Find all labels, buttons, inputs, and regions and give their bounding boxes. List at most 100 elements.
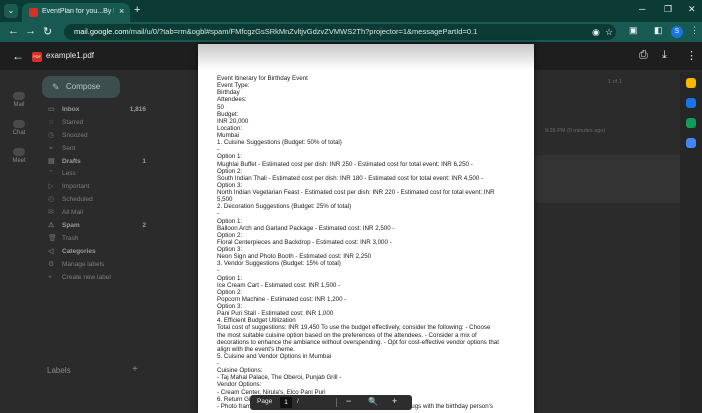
document-line: 2. Decoration Suggestions (Budget: 25% o…	[217, 203, 352, 211]
document-line: Option 1:	[217, 217, 243, 225]
pdf-page[interactable]: Event Itinerary for Birthday Event Event …	[198, 44, 534, 413]
rail-chat-label: Chat	[12, 130, 26, 136]
back-icon[interactable]: ←	[8, 25, 19, 37]
nav-count: 1,816	[129, 106, 146, 113]
document-line: -	[217, 360, 220, 367]
nav-starred: ☆ Starred	[38, 117, 158, 130]
document-line: South Indian Thali - Estimated cost per …	[217, 174, 484, 182]
tab-search-icon[interactable]: ⌄	[4, 4, 18, 18]
sidebar-icon[interactable]: ◧	[654, 25, 663, 36]
document-line: - Taj Mahal Palace, The Oberoi, Punjab G…	[217, 374, 342, 382]
document-line: Option 2:	[217, 288, 243, 296]
page-number-input[interactable]: 1	[280, 397, 292, 408]
nav-label: Important	[62, 183, 90, 191]
pdf-filename: example1.pdf	[46, 51, 95, 60]
close-viewer-arrow-icon[interactable]: ←	[12, 49, 24, 63]
star-icon: ☆	[48, 118, 55, 126]
pencil-icon: ✎	[52, 82, 60, 92]
browser-toolbar: ← → ↻ mail.google.com/mail/u/0/?tab=rm&o…	[0, 22, 702, 42]
nav-label: Inbox	[62, 106, 80, 113]
keep-icon	[686, 98, 696, 108]
forward-icon[interactable]: →	[25, 25, 36, 37]
document-line: decorations to enhance the ambiance with…	[217, 338, 499, 346]
inbox-icon: ▭	[48, 106, 55, 113]
extensions-icon[interactable]: ▣	[629, 25, 638, 36]
document-line: 1. Cuisine Suggestions (Budget: 50% of t…	[217, 139, 342, 147]
document-line: Mumbai	[217, 132, 240, 139]
document-line: Total cost of suggestions: INR 19,450 To…	[217, 324, 491, 332]
nav-label: Less	[62, 170, 76, 178]
maximize-icon[interactable]: ❐	[664, 4, 672, 15]
document-line: INR 20,000	[217, 117, 249, 125]
new-tab-button[interactable]: +	[134, 4, 140, 16]
document-line: Event Itinerary for Birthday Event	[217, 75, 308, 82]
mail-icon	[13, 92, 25, 100]
document-line: 5,500	[217, 196, 233, 204]
nav-label: Categories	[62, 247, 96, 255]
tab-strip: ⌄ EventPlan for you...By FusionE... × + …	[0, 0, 702, 22]
mail-time: 9:26 PM (0 minutes ago)	[545, 128, 606, 134]
window-close-icon[interactable]: ✕	[688, 4, 696, 15]
side-panel-rail	[680, 72, 702, 413]
download-icon[interactable]: ⤓	[662, 49, 667, 62]
rail-meet-label: Meet	[12, 158, 26, 164]
nav-manage-labels: ⚙ Manage labels	[38, 259, 158, 272]
tab-close-icon[interactable]: ×	[119, 6, 124, 16]
rail-chat: Chat	[0, 120, 38, 136]
document-line: Ice Cream Cart - Estimated cost: INR 1,5…	[217, 281, 341, 289]
bookmark-star-icon[interactable]: ☆	[605, 27, 613, 38]
document-line: the most suitable cuisine option based o…	[217, 331, 477, 339]
calendar-icon	[686, 78, 696, 88]
document-line: -	[217, 267, 220, 275]
address-bar[interactable]: mail.google.com/mail/u/0/?tab=rm&ogbl#sp…	[64, 24, 616, 40]
nav-label: All Mail	[62, 209, 83, 217]
profile-avatar[interactable]: S	[671, 26, 683, 38]
page-top-shadow	[198, 44, 534, 70]
minimize-icon[interactable]: ─	[639, 4, 645, 14]
nav-label: Starred	[62, 118, 84, 126]
document-line: -	[217, 210, 220, 218]
zoom-out-button[interactable]: −	[346, 396, 351, 406]
eye-icon[interactable]: ◉	[592, 27, 600, 38]
app-rail: Mail Chat Meet	[0, 72, 38, 413]
document-line: Cuisine Options:	[217, 367, 263, 375]
labels-heading: Labels	[47, 366, 71, 375]
document-line: Option 3:	[217, 303, 243, 310]
nav-less: ⌃ Less	[38, 168, 158, 181]
gmail-nav-list: ▭ Inbox 1,816 ☆ Starred ◷ Snoozed ➢ Sent ▤ Dra…	[38, 104, 158, 284]
gmail-favicon-icon	[29, 8, 38, 17]
page-controls: Page 1 / − 🔍 +	[250, 395, 412, 410]
document-line: Birthday	[217, 89, 240, 97]
nav-categories: ◁ Categories	[38, 246, 158, 259]
document-line: Budget:	[217, 110, 239, 118]
browser-menu-icon[interactable]: ⋮	[690, 25, 699, 36]
url-host: mail.google.com	[74, 27, 129, 36]
zoom-in-button[interactable]: +	[392, 396, 397, 406]
document-line: align with the event's theme.	[217, 345, 295, 353]
nav-spam: ⚠ Spam 2	[38, 220, 158, 233]
control-divider	[336, 398, 337, 407]
scheduled-icon: ◴	[48, 196, 55, 204]
send-icon: ➢	[48, 144, 54, 152]
label-icon: ◁	[48, 247, 54, 255]
nav-sent: ➢ Sent	[38, 143, 158, 156]
nav-count: 1	[142, 157, 146, 165]
document-line: Option 1:	[217, 153, 243, 161]
page-label: Page	[257, 398, 273, 405]
document-line: Option 2:	[217, 231, 243, 239]
nav-trash: 🗑 Trash	[38, 233, 158, 246]
document-line: Popcorn Machine - Estimated cost: INR 1,…	[217, 295, 347, 303]
reload-icon[interactable]: ↻	[43, 25, 52, 38]
document-line: Location:	[217, 124, 243, 132]
rail-mail: Mail	[0, 92, 38, 108]
browser-tab[interactable]: EventPlan for you...By FusionE... ×	[22, 3, 130, 22]
plus-icon: +	[48, 273, 53, 281]
tab-title: EventPlan for you...By FusionE...	[42, 8, 114, 15]
document-line: Attendees:	[217, 96, 247, 104]
zoom-magnifier-icon[interactable]: 🔍	[368, 397, 378, 406]
chevron-up-icon: ⌃	[48, 170, 54, 178]
print-icon[interactable]: ⎙	[639, 49, 648, 62]
more-options-icon[interactable]: ⋮	[686, 49, 697, 62]
document-line: 5. Cuisine and Vendor Options in Mumbai	[217, 352, 332, 360]
nav-drafts: ▤ Drafts 1	[38, 156, 158, 169]
